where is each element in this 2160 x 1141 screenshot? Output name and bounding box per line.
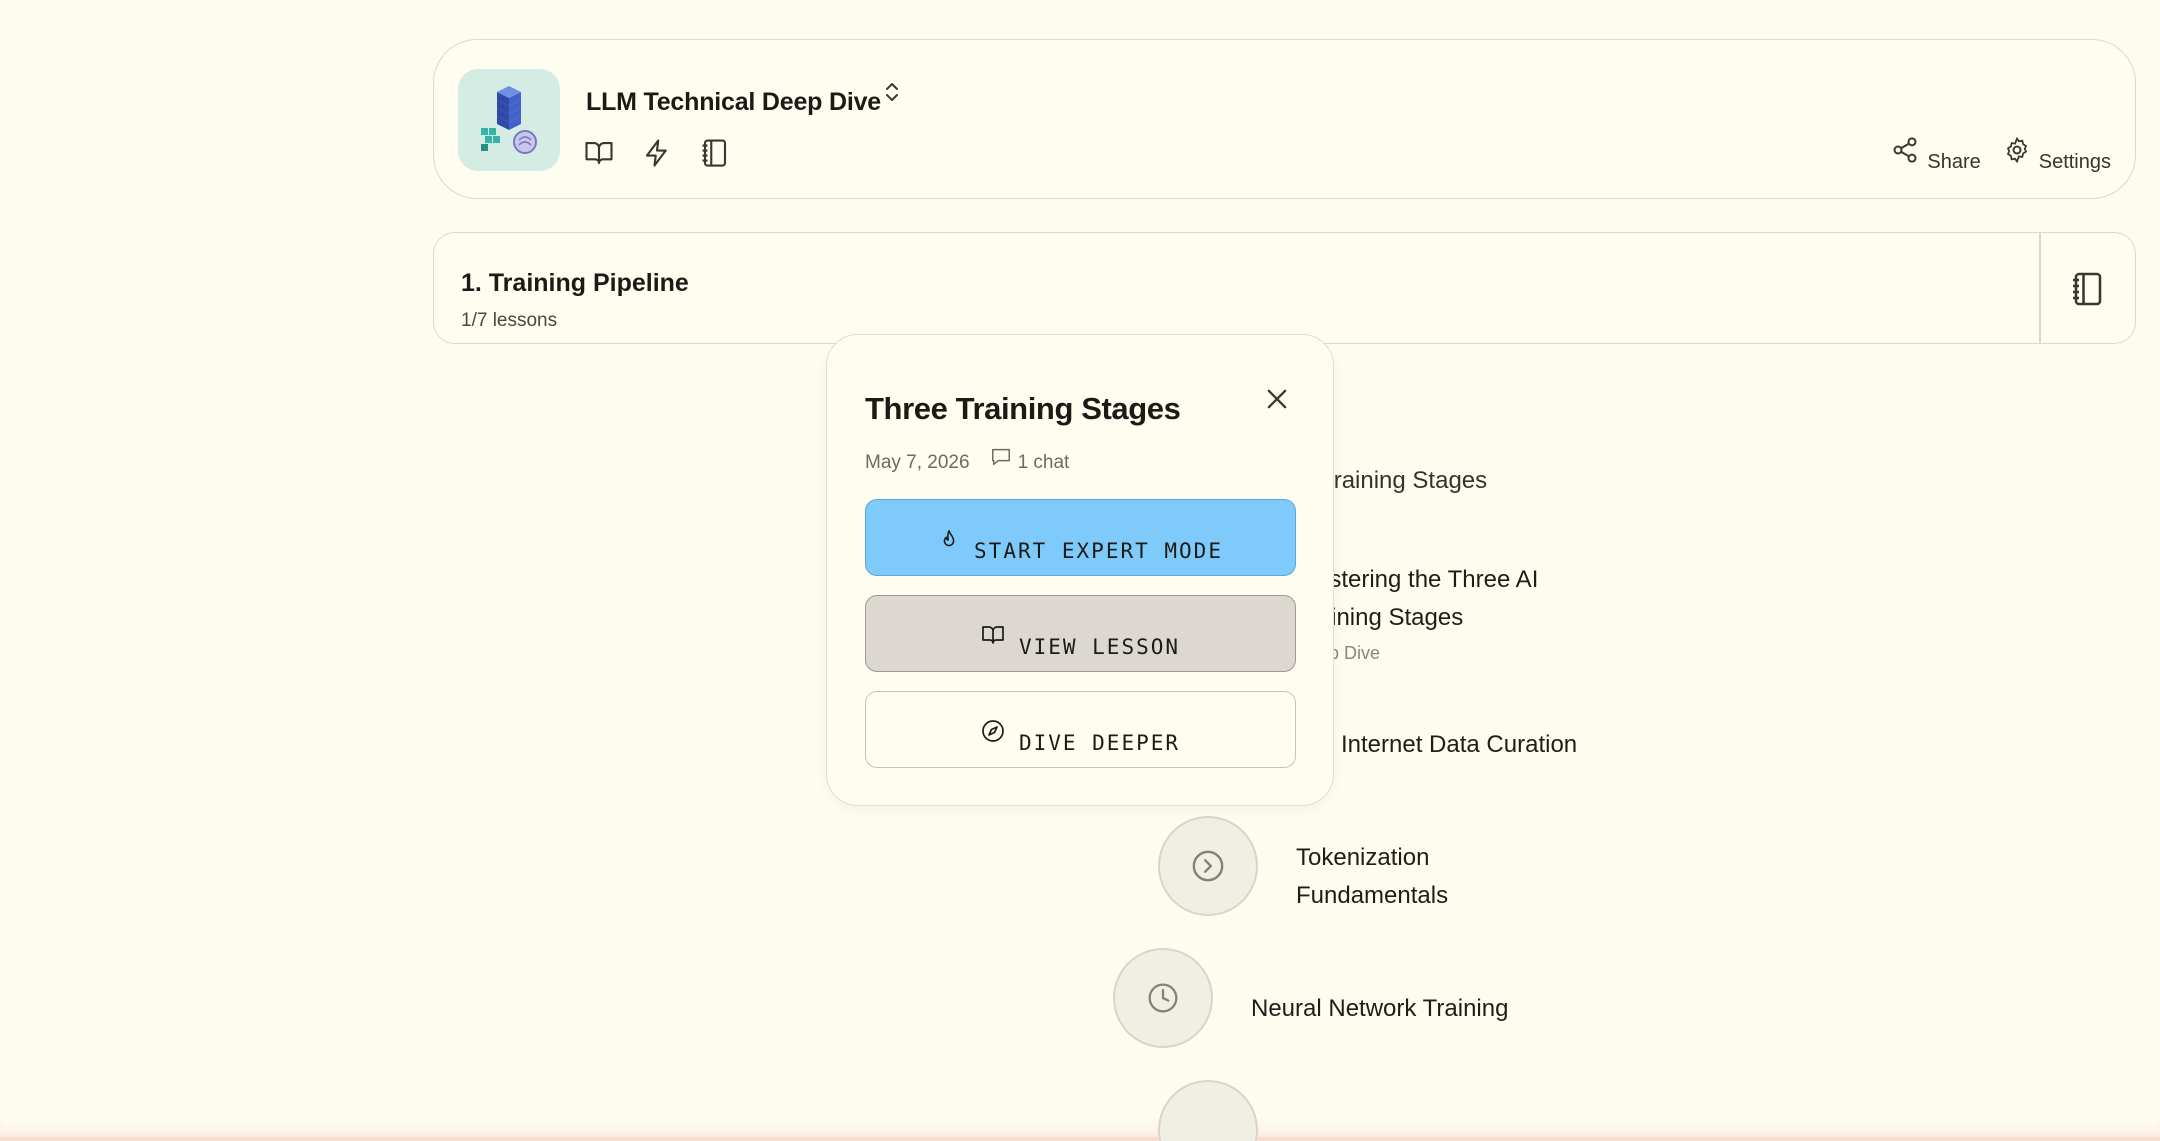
view-lesson-button[interactable]: VIEW LESSON bbox=[865, 595, 1296, 672]
course-logo[interactable] bbox=[458, 69, 560, 171]
flame-icon bbox=[943, 530, 955, 547]
notebook-icon[interactable] bbox=[2070, 271, 2106, 307]
dive-deeper-button[interactable]: DIVE DEEPER bbox=[865, 691, 1296, 768]
settings-label: Settings bbox=[2038, 151, 2111, 173]
share-button[interactable]: Share bbox=[1891, 136, 1981, 174]
section-progress: 1/7 lessons bbox=[461, 310, 558, 331]
chat-count[interactable]: 1 chat bbox=[990, 446, 1070, 474]
lesson-popover: Three Training Stages May 7, 2026 1 chat… bbox=[826, 334, 1334, 806]
layers-logo-icon bbox=[481, 86, 537, 154]
close-icon[interactable] bbox=[1263, 385, 1291, 413]
dive-deeper-label: DIVE DEEPER bbox=[1018, 731, 1181, 755]
lesson-title-continued[interactable]: Fundamentals bbox=[1296, 877, 1448, 915]
lesson-node-next[interactable] bbox=[1158, 816, 1258, 916]
section-header[interactable]: 1. Training Pipeline 1/7 lessons bbox=[433, 232, 2136, 344]
lesson-date: May 7, 2026 bbox=[865, 452, 970, 473]
section-title: 1. Training Pipeline bbox=[461, 269, 689, 297]
clock-icon bbox=[1148, 983, 1178, 1013]
lesson-node[interactable] bbox=[1158, 1080, 1258, 1141]
course-title[interactable]: LLM Technical Deep Dive bbox=[586, 88, 881, 117]
chat-icon bbox=[991, 448, 1010, 466]
notebook-icon[interactable] bbox=[698, 136, 732, 170]
course-header: LLM Technical Deep Dive Share Settings bbox=[433, 39, 2136, 199]
section-divider bbox=[2039, 233, 2041, 343]
lesson-title[interactable]: Tokenization bbox=[1296, 839, 1429, 877]
lightning-icon[interactable] bbox=[640, 136, 674, 170]
view-lesson-label: VIEW LESSON bbox=[1018, 635, 1181, 659]
book-icon[interactable] bbox=[582, 136, 616, 170]
compass-icon bbox=[982, 720, 1004, 742]
chevron-right-circle-icon bbox=[1192, 850, 1224, 882]
lesson-title[interactable]: Internet Data Curation bbox=[1341, 726, 1577, 764]
lesson-title[interactable]: Neural Network Training bbox=[1251, 990, 1508, 1028]
chat-count-label: 1 chat bbox=[1017, 452, 1070, 473]
chevron-up-down-icon[interactable] bbox=[882, 80, 902, 104]
start-expert-mode-button[interactable]: START EXPERT MODE bbox=[865, 499, 1296, 576]
gear-icon bbox=[2006, 137, 2027, 163]
book-icon bbox=[982, 626, 1004, 644]
share-label: Share bbox=[1927, 151, 1981, 173]
start-expert-mode-label: START EXPERT MODE bbox=[974, 539, 1223, 563]
popover-title: Three Training Stages bbox=[865, 391, 1181, 426]
settings-button[interactable]: Settings bbox=[2003, 136, 2111, 174]
share-icon bbox=[1893, 137, 1917, 163]
lesson-node-locked[interactable] bbox=[1113, 948, 1213, 1048]
